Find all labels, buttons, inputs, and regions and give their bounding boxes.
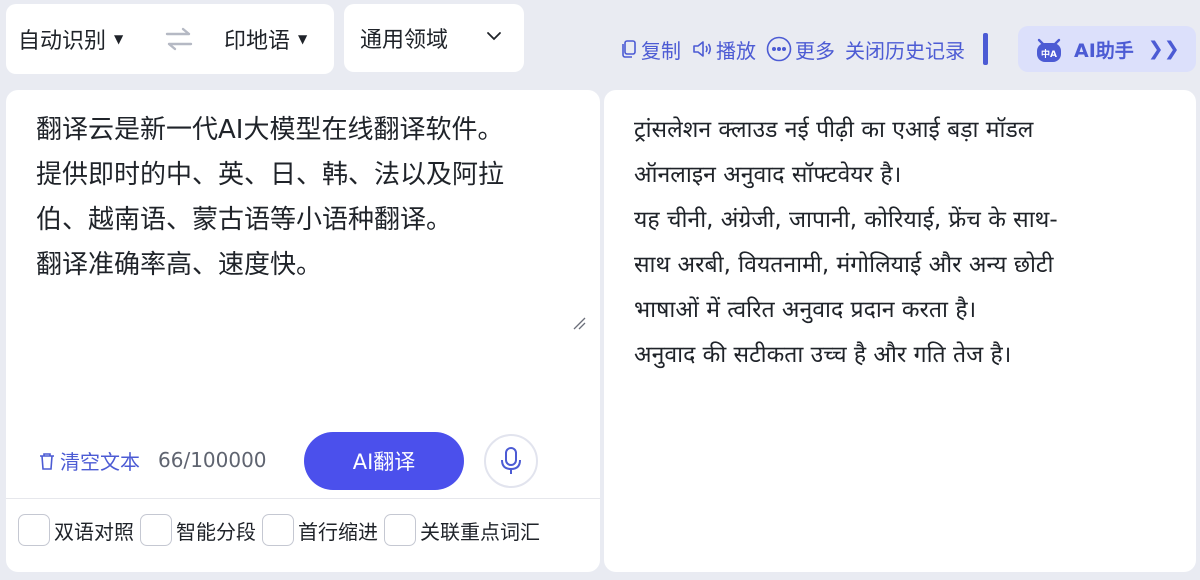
caret-down-icon: ▼: [298, 32, 308, 46]
target-line: साथ अरबी, वियतनामी, मंगोलियाई और अन्य छो…: [634, 252, 1054, 278]
source-textarea[interactable]: 翻译云是新一代AI大模型在线翻译软件。 提供即时的中、英、日、韩、法以及阿拉 伯…: [36, 108, 576, 288]
copy-icon: [622, 40, 636, 58]
domain-label: 通用领域: [360, 28, 449, 53]
speaker-icon: [693, 41, 712, 57]
target-language-dropdown[interactable]: 印地语 ▼: [224, 4, 307, 74]
more-dots-icon: [766, 36, 792, 62]
microphone-icon: [501, 447, 521, 474]
swap-languages-icon[interactable]: [164, 26, 194, 52]
source-line: 翻译准确率高、速度快。: [36, 250, 323, 280]
source-language-label: 自动识别: [18, 29, 107, 54]
source-line: 提供即时的中、英、日、韩、法以及阿拉: [36, 160, 505, 190]
option-smart-segment[interactable]: 智能分段: [140, 514, 256, 546]
toolbar-divider: [983, 33, 988, 65]
option-label: 双语对照: [54, 519, 134, 544]
resize-handle-icon[interactable]: [572, 316, 586, 330]
option-key-terms[interactable]: 关联重点词汇: [384, 514, 540, 546]
domain-dropdown[interactable]: 通用领域: [344, 4, 524, 72]
checkbox[interactable]: [18, 514, 50, 546]
ai-robot-icon: 中A: [1037, 38, 1061, 62]
translation-options: 双语对照 智能分段 首行缩进 关联重点词汇: [18, 514, 546, 546]
ai-assistant-button[interactable]: 中A AI助手 ❯❯: [1018, 26, 1196, 72]
panel-divider: [6, 498, 600, 499]
character-count: 66/100000: [158, 448, 267, 472]
target-line: ट्रांसलेशन क्लाउड नई पीढ़ी का एआई बड़ा म…: [634, 117, 1034, 143]
play-label: 播放: [716, 38, 756, 63]
ai-translate-button[interactable]: AI翻译: [304, 432, 464, 490]
voice-input-button[interactable]: [484, 434, 538, 488]
more-label: 更多: [795, 38, 835, 63]
target-line: अनुवाद की सटीकता उच्च है और गति तेज है।: [634, 342, 1012, 368]
checkbox[interactable]: [140, 514, 172, 546]
ai-assistant-label: AI助手: [1074, 39, 1134, 62]
source-language-dropdown[interactable]: 自动识别 ▼: [18, 4, 123, 74]
close-history-label: 关闭历史记录: [845, 38, 965, 63]
language-selector: 自动识别 ▼ 印地语 ▼: [6, 4, 334, 74]
ai-robot-badge: 中A: [1041, 48, 1057, 60]
option-label: 关联重点词汇: [420, 519, 540, 544]
checkbox[interactable]: [262, 514, 294, 546]
result-toolbar: 复制 播放 更多 关闭历史记录: [620, 30, 996, 68]
option-bilingual[interactable]: 双语对照: [18, 514, 134, 546]
clear-text-button[interactable]: 清空文本: [38, 446, 140, 475]
double-chevron-right-icon: ❯❯: [1147, 38, 1180, 60]
translation-output: ट्रांसलेशन क्लाउड नई पीढ़ी का एआई बड़ा म…: [634, 108, 1184, 378]
chevron-down-icon: [487, 32, 501, 41]
option-first-line-indent[interactable]: 首行缩进: [262, 514, 378, 546]
copy-button[interactable]: 复制: [620, 35, 681, 64]
source-panel: 翻译云是新一代AI大模型在线翻译软件。 提供即时的中、英、日、韩、法以及阿拉 伯…: [6, 90, 600, 572]
close-history-button[interactable]: 关闭历史记录: [845, 35, 965, 64]
target-line: यह चीनी, अंग्रेजी, जापानी, कोरियाई, फ्रे…: [634, 207, 1058, 233]
option-label: 首行缩进: [298, 519, 378, 544]
source-line: 伯、越南语、蒙古语等小语种翻译。: [36, 205, 453, 235]
target-language-label: 印地语: [224, 29, 291, 54]
trash-icon: [40, 452, 54, 470]
more-button[interactable]: 更多: [766, 35, 835, 64]
target-panel: ट्रांसलेशन क्लाउड नई पीढ़ी का एआई बड़ा म…: [604, 90, 1196, 572]
checkbox[interactable]: [384, 514, 416, 546]
target-line: ऑनलाइन अनुवाद सॉफ्टवेयर है।: [634, 162, 902, 188]
source-line: 翻译云是新一代AI大模型在线翻译软件。: [36, 115, 504, 145]
copy-label: 复制: [641, 38, 681, 63]
play-button[interactable]: 播放: [691, 35, 756, 64]
clear-text-label: 清空文本: [60, 450, 140, 474]
caret-down-icon: ▼: [114, 32, 124, 46]
option-label: 智能分段: [176, 519, 256, 544]
target-line: भाषाओं में त्वरित अनुवाद प्रदान करता है।: [634, 297, 977, 323]
